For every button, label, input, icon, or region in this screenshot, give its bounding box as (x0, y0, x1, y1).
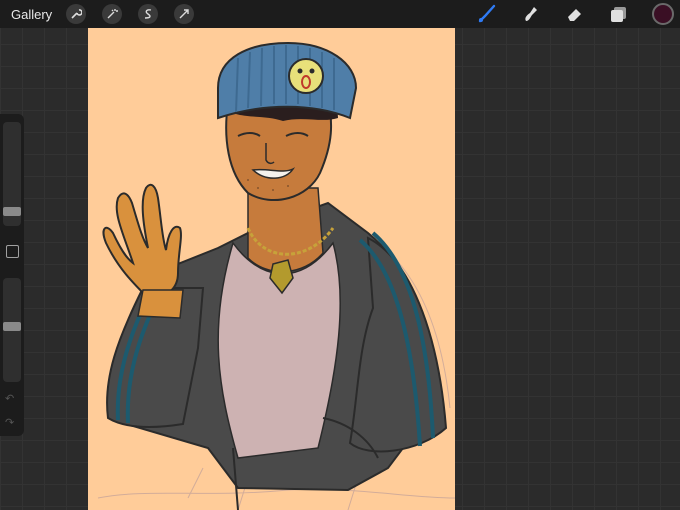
top-toolbar: Gallery (0, 0, 680, 28)
brush-size-thumb[interactable] (3, 207, 21, 216)
selection-icon[interactable] (138, 4, 159, 24)
magic-wand-icon[interactable] (102, 4, 123, 24)
color-swatch[interactable] (652, 3, 674, 25)
undo-icon[interactable]: ↶ (5, 392, 14, 405)
wrench-icon[interactable] (66, 4, 87, 24)
brush-icon[interactable] (476, 3, 498, 25)
drawing-canvas[interactable] (88, 28, 455, 510)
transform-icon[interactable] (174, 4, 195, 24)
opacity-slider[interactable] (3, 278, 21, 382)
eraser-icon[interactable] (564, 3, 586, 25)
left-sidebar: ↶ ↷ (0, 114, 24, 436)
brush-size-slider[interactable] (3, 122, 21, 226)
character-illustration (97, 41, 455, 510)
redo-icon[interactable]: ↷ (5, 416, 14, 429)
layers-icon[interactable] (608, 3, 630, 25)
opacity-thumb[interactable] (3, 322, 21, 331)
modify-button[interactable] (6, 245, 19, 258)
right-tools (476, 0, 680, 28)
smudge-icon[interactable] (520, 3, 542, 25)
gallery-button[interactable]: Gallery (11, 7, 52, 22)
